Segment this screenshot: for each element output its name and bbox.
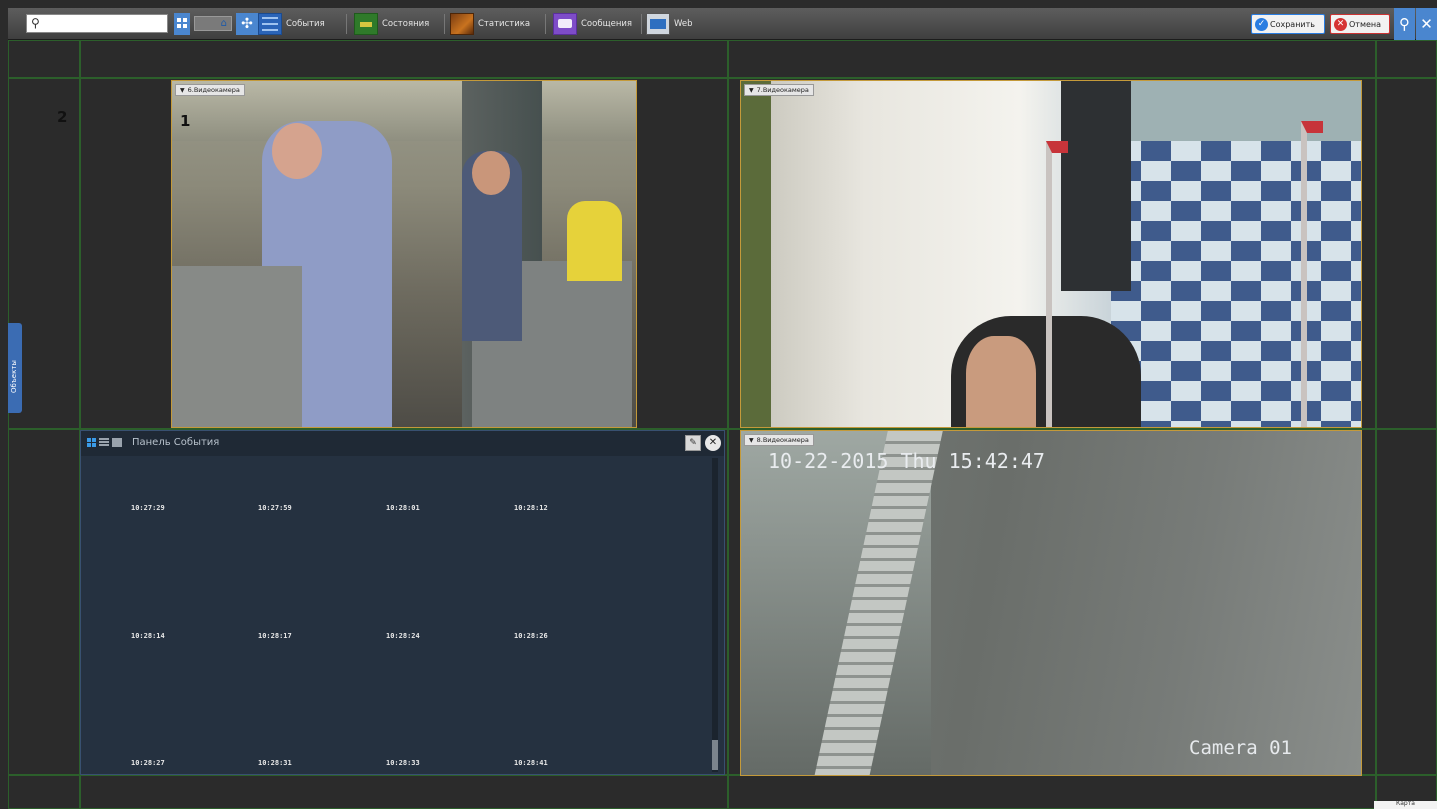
events-panel: Панель События ✎ ✕ 10:27:29 10:27:59 10:…: [80, 430, 725, 775]
pencil-icon: ✎: [689, 438, 697, 448]
event-time[interactable]: 10:28:17: [258, 632, 292, 640]
annotation-number-2: 2: [57, 108, 68, 126]
close-icon: ✕: [708, 437, 718, 448]
camera-label-overlay: Camera 01: [1189, 737, 1292, 759]
camera-tile-6[interactable]: ▼ 6.Видеокамера: [171, 80, 637, 428]
cancel-x-icon: ✕: [1334, 17, 1347, 31]
states-icon: [354, 13, 378, 35]
cancel-label: Отмена: [1349, 19, 1382, 29]
tab-web-label: Web: [674, 19, 693, 29]
camera-name: 6.Видеокамера: [187, 86, 240, 94]
separator: [545, 14, 546, 34]
layout-grid-button[interactable]: [174, 13, 190, 35]
search-input[interactable]: ⚲: [26, 14, 168, 33]
event-time[interactable]: 10:28:27: [131, 759, 165, 767]
zoom-search-button[interactable]: ⚲: [1394, 8, 1415, 40]
save-label: Сохранить: [1270, 19, 1315, 29]
event-time[interactable]: 10:27:29: [131, 504, 165, 512]
event-time[interactable]: 10:28:24: [386, 632, 420, 640]
layout-select-button[interactable]: ⌂: [194, 16, 232, 31]
event-time[interactable]: 10:27:59: [258, 504, 292, 512]
scrollbar-thumb[interactable]: [712, 740, 718, 770]
events-scrollbar[interactable]: [712, 458, 718, 772]
grid-cell[interactable]: [8, 429, 80, 775]
checkmark-icon: ✓: [1255, 17, 1268, 31]
grid-cell[interactable]: [1376, 78, 1437, 429]
top-toolbar: ⚲ ⌂ ✣ События Состояния Статистика Сообщ…: [8, 8, 1437, 40]
grid-cell[interactable]: [8, 40, 80, 78]
event-time[interactable]: 10:28:41: [514, 759, 548, 767]
tab-statistics[interactable]: Статистика: [450, 12, 530, 36]
tab-states-label: Состояния: [382, 19, 430, 29]
annotation-number-1: 1: [180, 112, 191, 130]
events-panel-title: Панель События: [132, 437, 220, 448]
camera-tile-7[interactable]: ▼ 7.Видеокамера: [740, 80, 1362, 428]
app-window: ⚲ ⌂ ✣ События Состояния Статистика Сообщ…: [0, 0, 1437, 809]
tab-messages[interactable]: Сообщения: [553, 12, 632, 36]
grid-icon: [177, 18, 187, 28]
grid-cell[interactable]: [80, 40, 728, 78]
separator: [444, 14, 445, 34]
objects-side-tab[interactable]: Объекты: [8, 323, 22, 413]
compact-view-icon[interactable]: [112, 438, 122, 447]
grid-cell[interactable]: [8, 775, 80, 809]
map-tab[interactable]: Карта: [1374, 800, 1437, 809]
camera-title-tag[interactable]: ▼ 7.Видеокамера: [744, 84, 814, 96]
grid-cell[interactable]: [80, 775, 728, 809]
tab-messages-label: Сообщения: [581, 19, 633, 29]
search-icon: ⚲: [31, 16, 40, 30]
grid-cell[interactable]: [1376, 40, 1437, 78]
magnifier-icon: ⚲: [1399, 15, 1410, 33]
grid-cell[interactable]: [1376, 429, 1437, 775]
save-button[interactable]: ✓ Сохранить: [1251, 14, 1325, 34]
tools-icon: ✕: [1420, 15, 1433, 33]
tab-statistics-label: Статистика: [478, 19, 531, 29]
list-view-icon[interactable]: [99, 438, 109, 447]
settings-tools-button[interactable]: ✕: [1416, 8, 1437, 40]
grid-cell[interactable]: [728, 40, 1376, 78]
web-icon: [646, 13, 670, 35]
tile-view-icon[interactable]: [87, 438, 96, 447]
event-time[interactable]: 10:28:31: [258, 759, 292, 767]
close-button[interactable]: ✕: [705, 435, 721, 451]
objects-tab-label: Объекты: [10, 360, 18, 393]
edit-button[interactable]: ✎: [685, 435, 701, 451]
camera-tile-8[interactable]: ▼ 8.Видеокамера 10-22-2015 Thu 15:42:47 C…: [740, 430, 1362, 776]
separator: [346, 14, 347, 34]
tab-events-label: События: [286, 19, 325, 29]
event-time[interactable]: 10:28:33: [386, 759, 420, 767]
event-time[interactable]: 10:28:12: [514, 504, 548, 512]
home-icon: ⌂: [220, 18, 227, 29]
event-time[interactable]: 10:28:14: [131, 632, 165, 640]
messages-icon: [553, 13, 577, 35]
camera-timestamp-overlay: 10-22-2015 Thu 15:42:47: [768, 449, 1045, 473]
camera-name: 8.Видеокамера: [756, 436, 809, 444]
tab-states[interactable]: Состояния: [354, 12, 429, 36]
events-panel-header: Панель События ✎ ✕: [81, 431, 724, 456]
camera-title-tag[interactable]: ▼ 8.Видеокамера: [744, 434, 814, 446]
pin-icon: ✣: [241, 16, 253, 32]
pin-button[interactable]: ✣: [236, 13, 258, 35]
separator: [641, 14, 642, 34]
event-time[interactable]: 10:28:01: [386, 504, 420, 512]
map-tab-label: Карта: [1396, 800, 1415, 807]
events-clock-icon: [258, 13, 282, 35]
camera-name: 7.Видеокамера: [756, 86, 809, 94]
dropdown-arrow-icon: ▼: [180, 87, 185, 94]
tab-events[interactable]: События: [258, 12, 325, 36]
dropdown-arrow-icon: ▼: [749, 87, 754, 94]
tab-web[interactable]: Web: [646, 12, 693, 36]
cancel-button[interactable]: ✕ Отмена: [1330, 14, 1390, 34]
grid-cell[interactable]: [728, 775, 1376, 809]
statistics-icon: [450, 13, 474, 35]
dropdown-arrow-icon: ▼: [749, 437, 754, 444]
event-time[interactable]: 10:28:26: [514, 632, 548, 640]
camera-title-tag[interactable]: ▼ 6.Видеокамера: [175, 84, 245, 96]
